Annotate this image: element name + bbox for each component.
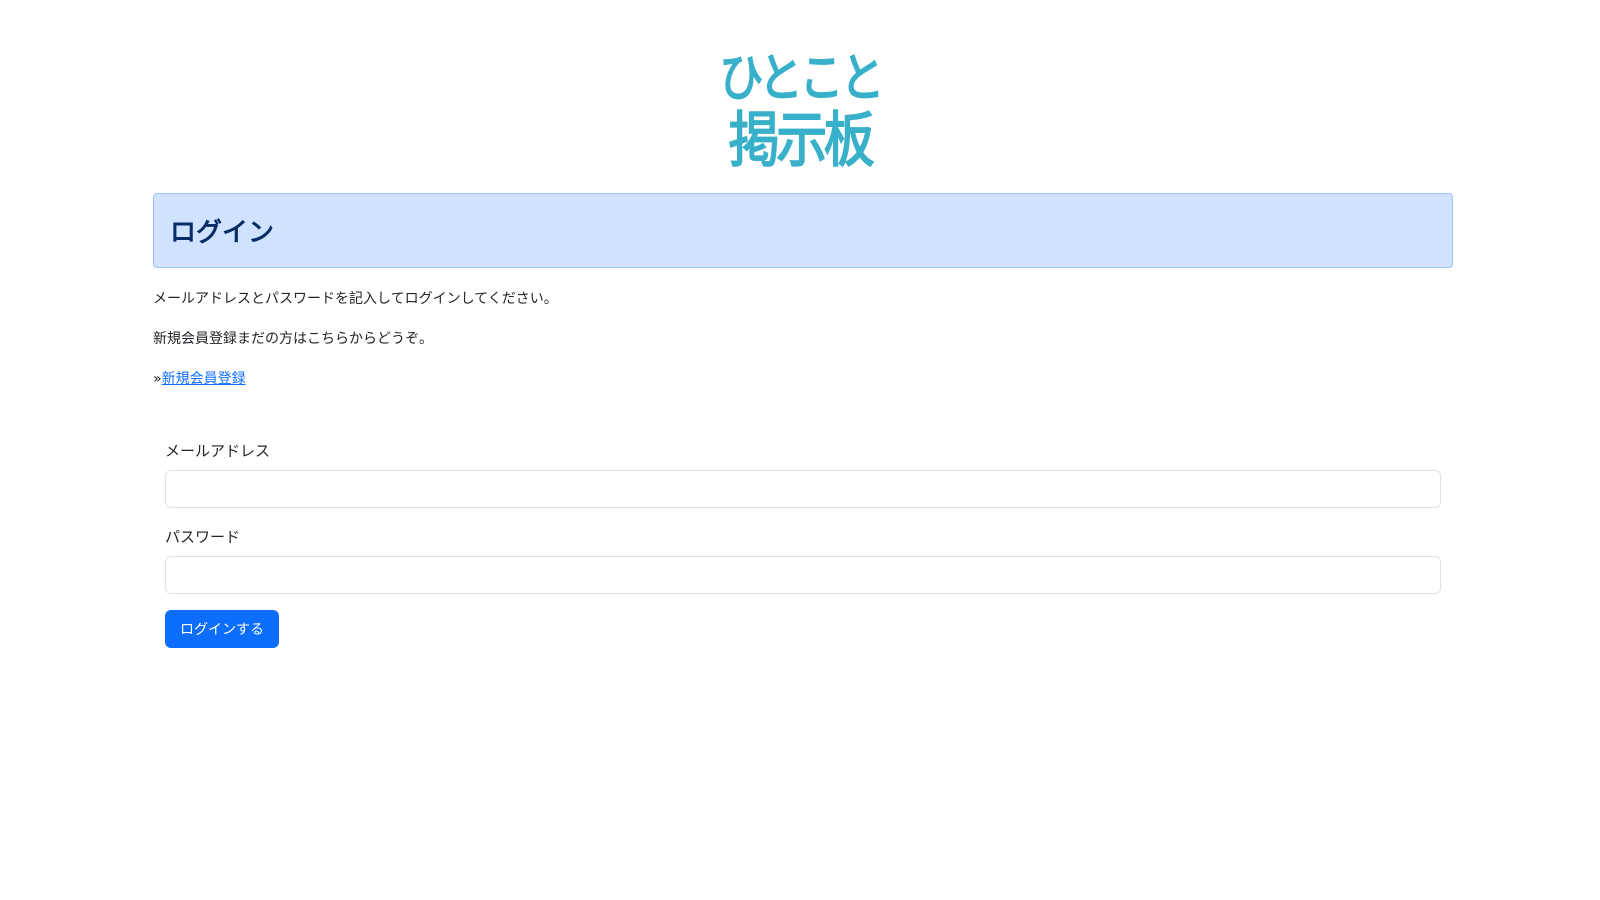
register-link[interactable]: 新規会員登録: [162, 371, 246, 387]
login-button[interactable]: ログインする: [165, 610, 279, 648]
email-label: メールアドレス: [165, 442, 271, 460]
password-field[interactable]: [165, 556, 1441, 594]
email-field[interactable]: [165, 470, 1441, 508]
page-header: ログイン: [153, 193, 1453, 268]
password-label: パスワード: [165, 528, 241, 546]
logo-text-line1: ひとこと: [719, 49, 884, 109]
intro-register-prompt: 新規会員登録まだの方はこちらからどうぞ。: [153, 331, 433, 347]
link-prefix: »: [153, 371, 162, 387]
intro-instruction: メールアドレスとパスワードを記入してログインしてください。: [153, 291, 558, 307]
page-title: ログイン: [170, 218, 275, 248]
logo-text-line2: 掲示板: [728, 106, 875, 176]
site-logo: ひとこと 掲示板: [700, 40, 900, 180]
register-link-row: »新規会員登録: [153, 368, 246, 388]
